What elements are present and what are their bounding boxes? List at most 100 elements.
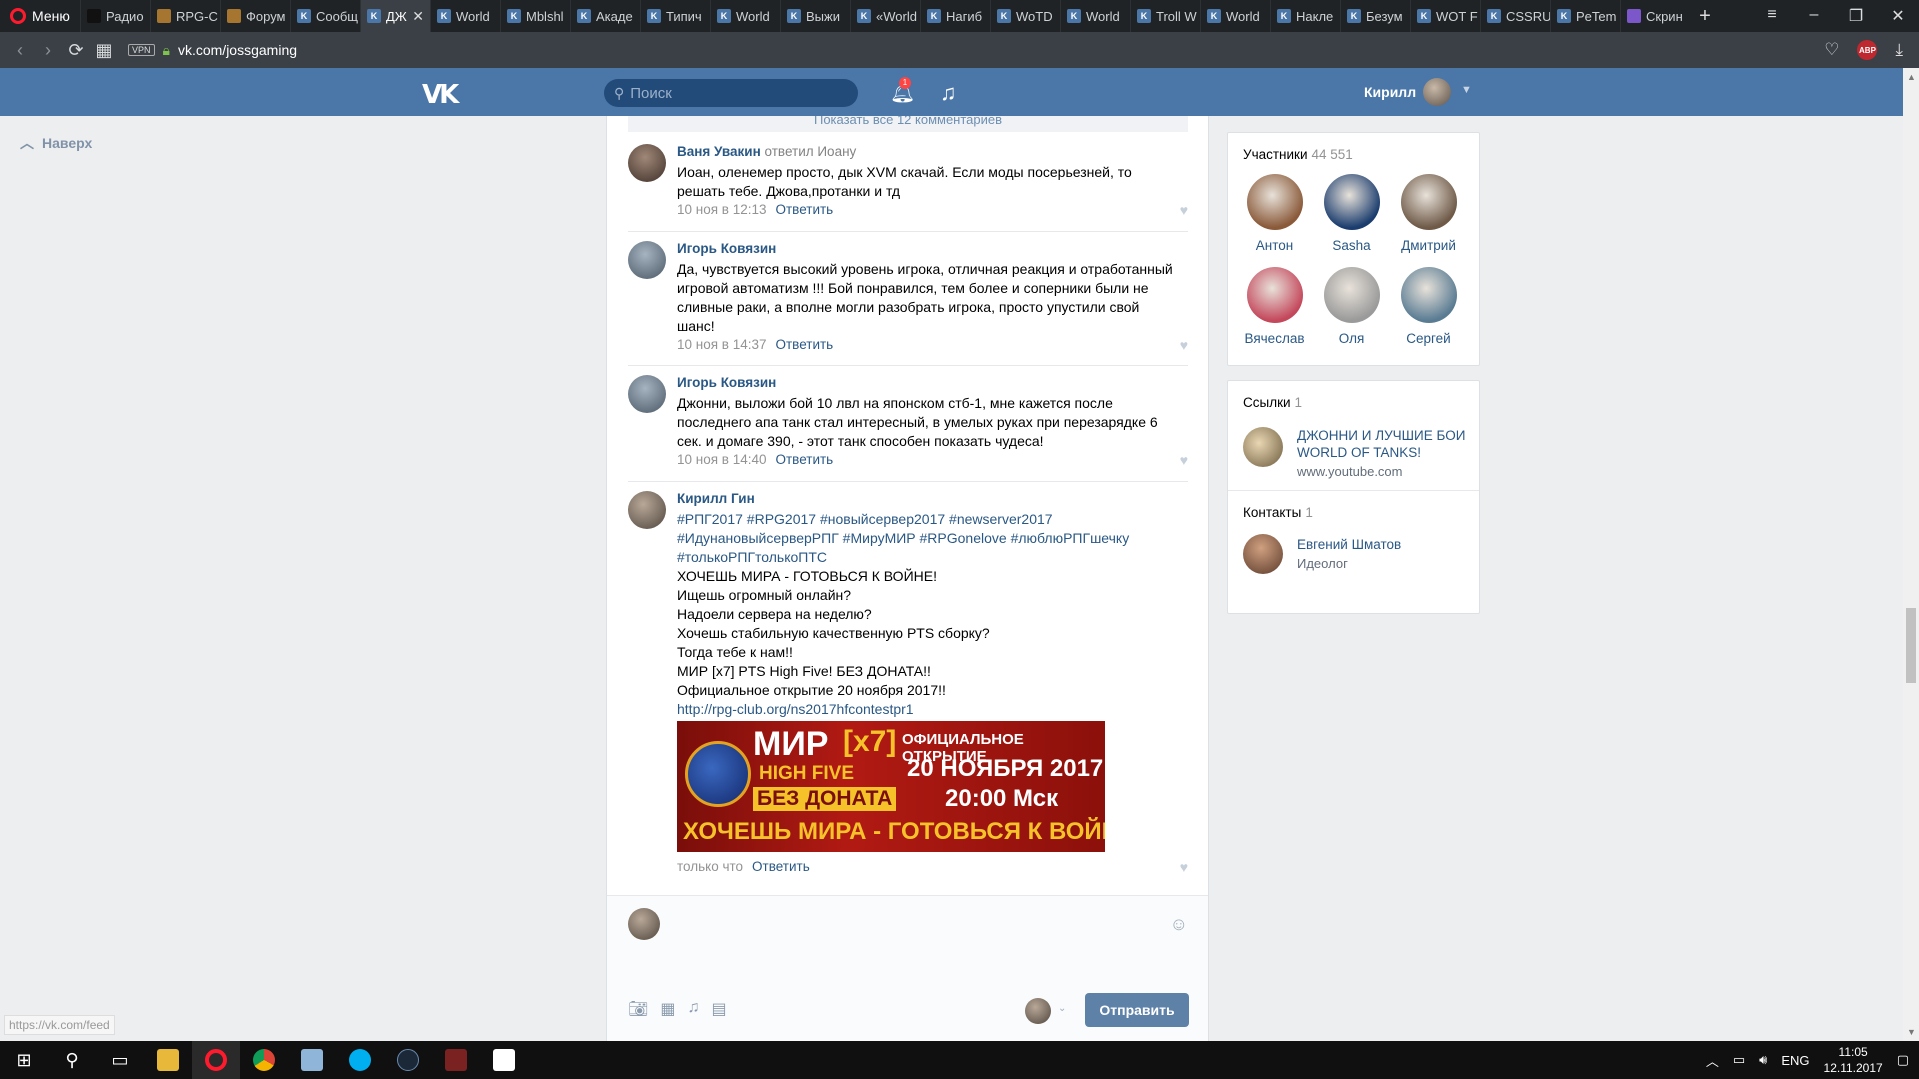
search-icon[interactable]: ⚲ <box>48 1041 96 1079</box>
opera-taskbar-icon[interactable] <box>192 1041 240 1079</box>
scroll-up-arrow-icon[interactable]: ▲ <box>1907 72 1916 82</box>
url-field[interactable]: VPN 🔒︎ vk.com/jossgaming <box>128 36 1824 64</box>
post-as-avatar[interactable] <box>1025 998 1051 1024</box>
comment-avatar[interactable] <box>628 375 666 413</box>
notifications-center-icon[interactable]: ▢ <box>1897 1052 1909 1068</box>
link-item[interactable]: ДЖОННИ И ЛУЧШИЕ БОИ WORLD OF TANKS! www.… <box>1243 427 1479 479</box>
link-thumbnail[interactable] <box>1243 427 1283 467</box>
page-scrollbar[interactable]: ▲ ▼ <box>1903 68 1919 1041</box>
member-avatar[interactable] <box>1246 174 1303 230</box>
comment-avatar[interactable] <box>628 241 666 279</box>
speed-dial-icon[interactable]: ▦ <box>90 40 118 61</box>
browser-tab[interactable]: K «World <box>850 0 920 32</box>
browser-tab[interactable]: K Выжи <box>780 0 850 32</box>
skype-icon[interactable] <box>336 1041 384 1079</box>
browser-tab[interactable]: K Типич <box>640 0 710 32</box>
steam-icon[interactable] <box>384 1041 432 1079</box>
chevron-down-icon[interactable]: ▼ <box>1461 84 1472 96</box>
member-name[interactable]: Дмитрий <box>1401 238 1456 253</box>
game-icon[interactable] <box>432 1041 480 1079</box>
member-avatar[interactable] <box>1400 267 1457 323</box>
contact-avatar[interactable] <box>1243 534 1283 574</box>
link-title[interactable]: ДЖОННИ И ЛУЧШИЕ БОИ WORLD OF TANKS! <box>1297 427 1479 461</box>
member-avatar[interactable] <box>1400 174 1457 230</box>
user-name[interactable]: Кирилл <box>1364 84 1416 100</box>
reply-link[interactable]: Ответить <box>776 452 834 467</box>
member-name[interactable]: Sasha <box>1332 238 1370 253</box>
contacts-title[interactable]: Контакты 1 <box>1243 505 1479 520</box>
browser-tab[interactable]: K Нагиб <box>920 0 990 32</box>
user-avatar[interactable] <box>1423 78 1451 106</box>
reply-to-text[interactable]: ответил Иоану <box>765 144 857 159</box>
member-item[interactable]: Дмитрий <box>1390 174 1467 253</box>
browser-tab[interactable]: K Безум <box>1340 0 1410 32</box>
audio-icon[interactable]: ♫ <box>687 999 699 1019</box>
member-name[interactable]: Сергей <box>1406 331 1450 346</box>
post-link[interactable]: http://rpg-club.org/ns2017hfcontestpr1 <box>677 700 1177 719</box>
member-name[interactable]: Антон <box>1256 238 1293 253</box>
vk-logo[interactable]: VK <box>422 80 459 110</box>
video-icon[interactable]: ▦ <box>660 999 675 1019</box>
comment-author[interactable]: Игорь Ковязин <box>677 375 776 390</box>
music-icon[interactable]: ♫ <box>940 80 957 106</box>
member-avatar[interactable] <box>1323 174 1380 230</box>
scroll-to-top[interactable]: ︿ Наверх <box>20 133 92 153</box>
browser-tab[interactable]: Радио <box>80 0 150 32</box>
volume-icon[interactable]: 🔊︎ <box>1759 1052 1767 1068</box>
restore-button[interactable]: ❐ <box>1835 6 1877 26</box>
member-name[interactable]: Оля <box>1339 331 1365 346</box>
members-title[interactable]: Участники 44 551 <box>1243 147 1479 162</box>
forward-icon[interactable]: › <box>34 40 62 61</box>
browser-tab[interactable]: K CSSRU <box>1480 0 1550 32</box>
browser-tab[interactable]: K World <box>430 0 500 32</box>
camera-icon[interactable]: 📷︎ <box>628 999 648 1019</box>
language-indicator[interactable]: ENG <box>1781 1053 1809 1068</box>
send-button[interactable]: Отправить <box>1085 993 1189 1027</box>
member-avatar[interactable] <box>1246 267 1303 323</box>
contact-item[interactable]: Евгений Шматов Идеолог <box>1243 534 1479 574</box>
browser-tab[interactable]: Форум <box>220 0 290 32</box>
comment-input[interactable] <box>671 906 1171 946</box>
app-icon[interactable] <box>288 1041 336 1079</box>
reply-link[interactable]: Ответить <box>776 337 834 352</box>
close-window-button[interactable]: ✕ <box>1877 6 1919 26</box>
like-heart-icon[interactable]: ♥ <box>1180 202 1188 218</box>
browser-tab[interactable]: K WoTD <box>990 0 1060 32</box>
browser-tab[interactable]: K Troll W <box>1130 0 1200 32</box>
lock-icon[interactable]: 🔒︎ <box>163 42 170 59</box>
reload-icon[interactable]: ⟳ <box>62 40 90 61</box>
like-heart-icon[interactable]: ♥ <box>1180 452 1188 468</box>
comment-avatar[interactable] <box>628 491 666 529</box>
emoji-icon[interactable]: ☺ <box>1170 914 1188 935</box>
task-view-icon[interactable]: ▭ <box>96 1041 144 1079</box>
browser-tab[interactable]: Скрин <box>1620 0 1690 32</box>
browser-tab[interactable]: K World <box>710 0 780 32</box>
chevron-down-icon[interactable]: ⌄ <box>1058 1003 1066 1014</box>
browser-tab[interactable]: K World <box>1200 0 1270 32</box>
reply-link[interactable]: Ответить <box>776 202 834 217</box>
url-text[interactable]: vk.com/jossgaming <box>178 42 297 58</box>
show-all-comments-link[interactable]: Показать все 12 комментариев <box>628 116 1188 132</box>
browser-tab[interactable]: RPG-C <box>150 0 220 32</box>
member-item[interactable]: Sasha <box>1313 174 1390 253</box>
new-tab-button[interactable]: + <box>1690 5 1720 28</box>
hashtags[interactable]: #РПГ2017 #RPG2017 #новыйсервер2017 #news… <box>677 510 1177 567</box>
member-item[interactable]: Сергей <box>1390 267 1467 346</box>
search-box[interactable]: ⚲ <box>604 79 858 107</box>
comment-time[interactable]: только что <box>677 859 743 874</box>
member-item[interactable]: Вячеслав <box>1236 267 1313 346</box>
clock[interactable]: 11:05 12.11.2017 <box>1824 1044 1883 1076</box>
search-input[interactable] <box>630 84 831 102</box>
browser-tab[interactable]: K Сообщ <box>290 0 360 32</box>
minimize-button[interactable]: – <box>1793 6 1835 26</box>
composer-avatar[interactable] <box>628 908 660 940</box>
close-tab-icon[interactable]: ✕ <box>412 8 424 25</box>
vpn-badge[interactable]: VPN <box>128 44 155 56</box>
member-avatar[interactable] <box>1323 267 1380 323</box>
browser-tab[interactable]: K PeTem <box>1550 0 1620 32</box>
scrollbar-thumb[interactable] <box>1906 608 1916 683</box>
comment-author[interactable]: Игорь Ковязин <box>677 241 776 256</box>
contact-name[interactable]: Евгений Шматов <box>1297 536 1401 553</box>
browser-tab[interactable]: K WOT F <box>1410 0 1480 32</box>
comment-author[interactable]: Кирилл Гин <box>677 491 755 506</box>
